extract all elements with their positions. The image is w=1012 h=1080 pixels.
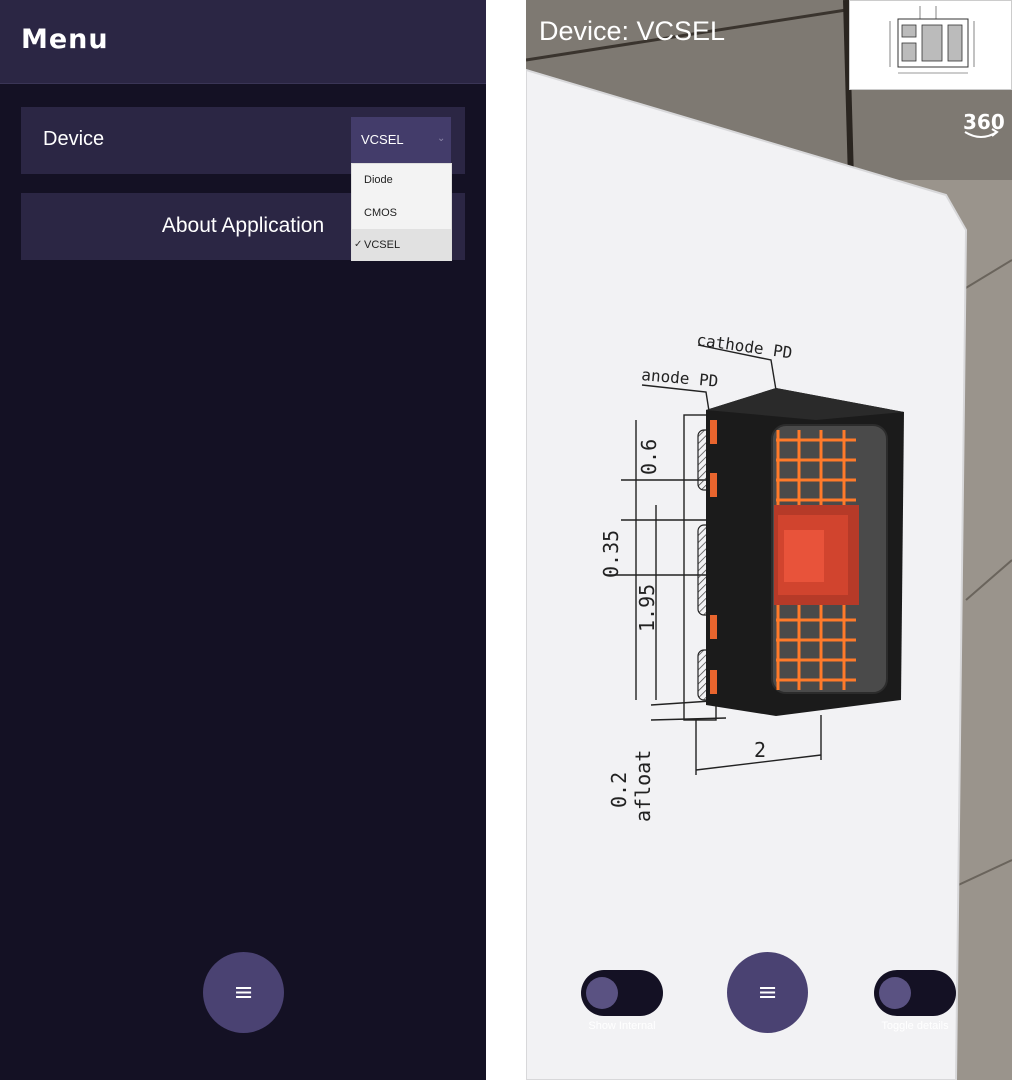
dimension-0-35: 0.35 xyxy=(599,530,623,578)
dimension-1-95: 1.95 xyxy=(635,584,659,632)
menu-panel: Menu Device About Application VCSEL ⌄ Di… xyxy=(0,0,486,1080)
show-internal-toggle[interactable] xyxy=(581,970,663,1016)
vcsel-chip-model xyxy=(706,388,904,716)
hamburger-icon: ≡ xyxy=(757,978,778,1006)
toggle-details-toggle[interactable] xyxy=(874,970,956,1016)
dimension-0-6: 0.6 xyxy=(637,439,661,475)
ar-viewer: cathode PD anode PD 0.6 0.35 1.95 2 0.2 … xyxy=(526,0,1012,1080)
menu-header: Menu xyxy=(0,0,486,84)
checkmark-icon: ✓ xyxy=(354,239,363,250)
dimension-2: 2 xyxy=(754,738,766,762)
menu-title: Menu xyxy=(21,24,109,55)
menu-button[interactable]: ≡ xyxy=(203,952,284,1033)
afloat-label: afloat xyxy=(631,750,655,822)
toggle-knob xyxy=(879,977,911,1009)
dropdown-option-label: CMOS xyxy=(364,207,397,219)
thumbnail-drawing xyxy=(889,6,975,74)
drawing-thumbnail[interactable] xyxy=(849,0,1012,90)
view-360-icon[interactable]: 360 xyxy=(961,110,1005,142)
toggle-knob xyxy=(586,977,618,1009)
dimension-0-2: 0.2 xyxy=(607,772,631,808)
viewer-menu-button[interactable]: ≡ xyxy=(727,952,808,1033)
rotate-arc-icon xyxy=(964,128,999,138)
camera-view: cathode PD anode PD 0.6 0.35 1.95 2 0.2 … xyxy=(526,0,1012,1080)
dropdown-option-diode[interactable]: Diode xyxy=(352,164,451,196)
device-select-value: VCSEL xyxy=(361,132,404,147)
hamburger-icon: ≡ xyxy=(233,978,254,1006)
device-title: Device: VCSEL xyxy=(539,16,726,46)
dropdown-option-label: Diode xyxy=(364,174,393,186)
dropdown-option-cmos[interactable]: CMOS xyxy=(352,197,451,229)
show-internal-label: Show Internal xyxy=(588,1020,656,1032)
device-select[interactable]: VCSEL ⌄ xyxy=(351,117,451,163)
chevron-down-icon: ⌄ xyxy=(437,133,446,144)
device-label: Device xyxy=(43,128,105,150)
dropdown-option-vcsel[interactable]: ✓ VCSEL xyxy=(352,229,451,261)
device-dropdown: Diode CMOS ✓ VCSEL xyxy=(351,163,452,261)
toggle-details-label: Toggle details xyxy=(881,1020,949,1032)
dropdown-option-label: VCSEL xyxy=(364,239,401,251)
